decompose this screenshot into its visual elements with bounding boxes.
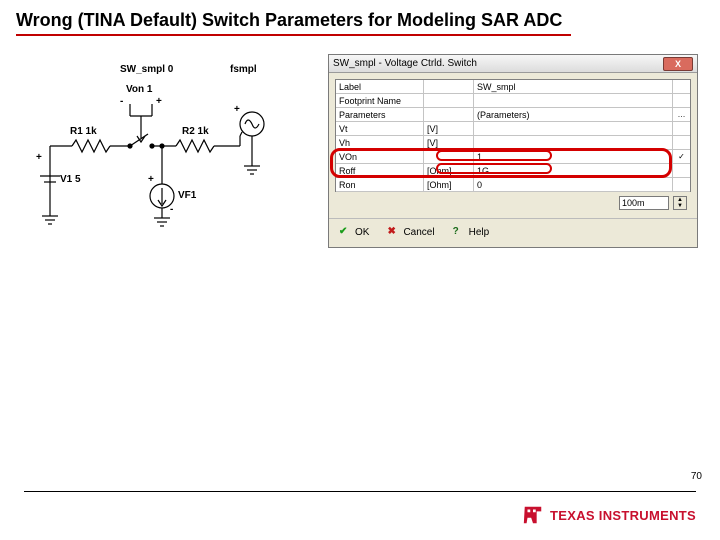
param-value[interactable]: 0 (474, 178, 672, 191)
dialog-aux-row: 100m ▲ ▼ (335, 192, 691, 212)
param-check[interactable] (672, 178, 690, 191)
param-unit (424, 80, 474, 93)
param-value[interactable]: 1 (474, 150, 672, 163)
param-check[interactable] (672, 122, 690, 135)
param-value[interactable]: 1G (474, 164, 672, 177)
label-plus-src: + (234, 104, 240, 115)
ok-label: OK (355, 227, 369, 238)
label-v1: V1 5 (60, 174, 81, 185)
param-name: VOn (336, 150, 424, 163)
label-plus-v1: + (36, 152, 42, 163)
switch-params-dialog: SW_smpl - Voltage Ctrld. Switch X Label … (328, 54, 698, 248)
label-minus-vf1: - (170, 204, 173, 215)
x-icon: ✖ (387, 226, 399, 238)
param-value[interactable] (474, 122, 672, 135)
param-unit: [V] (424, 136, 474, 149)
parameter-grid: Label SW_smpl Footprint Name Parameters … (335, 79, 691, 192)
param-row: Roff [Ohm] 1G (336, 164, 690, 178)
dialog-button-bar: ✔ OK ✖ Cancel ? Help (329, 218, 697, 247)
dialog-body: Label SW_smpl Footprint Name Parameters … (329, 73, 697, 218)
param-row: Vt [V] (336, 122, 690, 136)
param-name: Label (336, 80, 424, 93)
param-row: VOn 1 ✓ (336, 150, 690, 164)
aux-stepper[interactable]: ▲ ▼ (673, 196, 687, 210)
param-unit (424, 150, 474, 163)
page-number: 70 (691, 471, 702, 482)
param-unit: [V] (424, 122, 474, 135)
label-plus-von: + (156, 96, 162, 107)
label-fsmpl: fsmpl (230, 64, 257, 75)
close-button[interactable]: X (663, 57, 693, 71)
param-more-button[interactable]: … (672, 108, 690, 121)
question-icon: ? (453, 226, 465, 238)
label-minus-von: - (120, 96, 123, 107)
cancel-button[interactable]: ✖ Cancel (383, 225, 438, 239)
param-unit: [Ohm] (424, 164, 474, 177)
check-icon: ✔ (339, 226, 351, 238)
param-row: Ron [Ohm] 0 (336, 178, 690, 192)
chevron-down-icon: ▼ (674, 203, 686, 209)
label-sw: SW_smpl 0 (120, 64, 173, 75)
param-value[interactable] (474, 94, 672, 107)
param-name: Roff (336, 164, 424, 177)
param-name: Ron (336, 178, 424, 191)
param-name: Parameters (336, 108, 424, 121)
label-von: Von 1 (126, 84, 152, 95)
param-value[interactable]: (Parameters) (474, 108, 672, 121)
param-row: Footprint Name (336, 94, 690, 108)
param-name: Vt (336, 122, 424, 135)
help-label: Help (469, 227, 490, 238)
param-unit (424, 94, 474, 107)
label-vf1: VF1 (178, 190, 196, 201)
param-name: Footprint Name (336, 94, 424, 107)
param-name: Vh (336, 136, 424, 149)
param-check[interactable] (672, 94, 690, 107)
param-row: Parameters (Parameters) … (336, 108, 690, 122)
param-row: Label SW_smpl (336, 80, 690, 94)
help-button[interactable]: ? Help (449, 225, 494, 239)
footer-rule (24, 491, 696, 492)
ti-logo: TEXAS INSTRUMENTS (522, 504, 696, 526)
ok-button[interactable]: ✔ OK (335, 225, 373, 239)
label-r1: R1 1k (70, 126, 97, 137)
param-unit (424, 108, 474, 121)
param-value[interactable] (474, 136, 672, 149)
ti-mark-icon (522, 504, 544, 526)
param-check[interactable] (672, 164, 690, 177)
dialog-title: SW_smpl - Voltage Ctrld. Switch (333, 58, 477, 69)
dialog-titlebar[interactable]: SW_smpl - Voltage Ctrld. Switch X (329, 55, 697, 73)
param-value[interactable]: SW_smpl (474, 80, 672, 93)
title-underline (16, 34, 571, 36)
label-plus-vf1: + (148, 174, 154, 185)
cancel-label: Cancel (403, 227, 434, 238)
param-check[interactable] (672, 136, 690, 149)
aux-value-input[interactable]: 100m (619, 196, 669, 210)
param-check[interactable] (672, 80, 690, 93)
param-unit: [Ohm] (424, 178, 474, 191)
schematic-diagram: SW_smpl 0 fsmpl Von 1 R1 1k R2 1k V1 5 V… (30, 66, 310, 236)
ti-brand-text: TEXAS INSTRUMENTS (550, 508, 696, 523)
slide-title: Wrong (TINA Default) Switch Parameters f… (16, 10, 562, 31)
param-row: Vh [V] (336, 136, 690, 150)
param-check[interactable]: ✓ (672, 150, 690, 163)
label-r2: R2 1k (182, 126, 209, 137)
